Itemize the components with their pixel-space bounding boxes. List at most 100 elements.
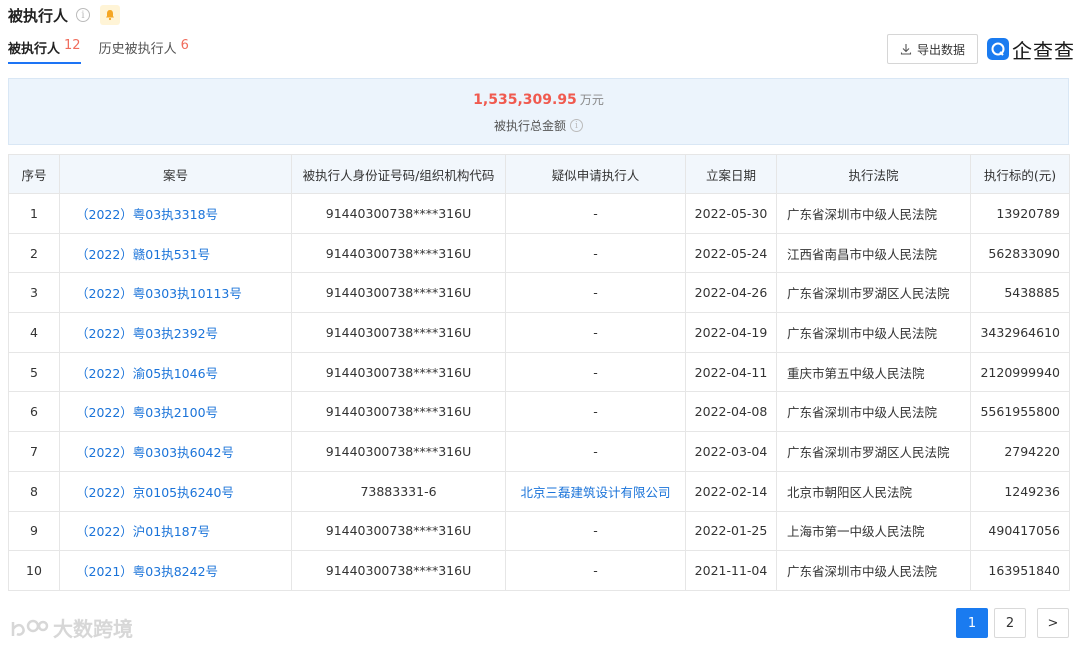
- execution-amount: 163951840: [970, 550, 1070, 591]
- total-amount: 1,535,309.95 万元: [9, 91, 1068, 108]
- bell-icon[interactable]: [100, 5, 121, 25]
- row-number: 1: [8, 193, 60, 234]
- total-amount-label-text: 被执行总金额: [493, 119, 566, 133]
- id-code: 91440300738****316U: [291, 431, 506, 472]
- court: 重庆市第五中级人民法院: [776, 351, 971, 393]
- watermark-text: 大数跨境: [53, 617, 133, 641]
- filing-date: 2022-01-25: [685, 510, 777, 552]
- export-label: 导出数据: [916, 42, 965, 57]
- filing-date: 2022-05-24: [685, 232, 777, 274]
- table-header-row: 序号 案号 被执行人身份证号码/组织机构代码 疑似申请执行人 立案日期 执行法院…: [8, 154, 1070, 194]
- applicant: -: [505, 232, 686, 274]
- court: 广东省深圳市中级人民法院: [776, 550, 971, 591]
- table-row: 2 （2022）赣01执531号 91440300738****316U - 2…: [8, 232, 1070, 274]
- id-code: 91440300738****316U: [291, 193, 506, 234]
- info-icon[interactable]: i: [76, 8, 91, 22]
- id-code: 91440300738****316U: [291, 550, 506, 591]
- case-number-link[interactable]: （2022）京0105执6240号: [59, 470, 292, 512]
- row-number: 3: [8, 272, 60, 314]
- id-code: 91440300738****316U: [291, 510, 506, 552]
- court: 广东省深圳市中级人民法院: [776, 312, 971, 353]
- applicant-link[interactable]: 北京三磊建筑设计有限公司: [505, 470, 686, 512]
- court: 广东省深圳市罗湖区人民法院: [776, 431, 971, 472]
- filing-date: 2022-02-14: [685, 470, 777, 512]
- execution-amount: 562833090: [970, 232, 1070, 274]
- applicant: -: [505, 351, 686, 393]
- info-icon[interactable]: i: [570, 119, 583, 132]
- qichacha-logo: 企查查: [987, 36, 1075, 63]
- total-amount-unit: 万元: [579, 93, 604, 107]
- filing-date: 2022-04-26: [685, 272, 777, 314]
- applicant: -: [505, 510, 686, 552]
- section-header: 被执行人 i: [8, 4, 121, 26]
- filing-date: 2022-04-08: [685, 391, 777, 433]
- table-row: 9 （2022）沪01执187号 91440300738****316U - 2…: [8, 510, 1070, 552]
- case-number-link[interactable]: （2022）粤0303执10113号: [59, 272, 292, 314]
- applicant: -: [505, 391, 686, 433]
- row-number: 10: [8, 550, 60, 591]
- row-number: 8: [8, 470, 60, 512]
- watermark-logo-icon: [11, 619, 49, 636]
- id-code: 91440300738****316U: [291, 351, 506, 393]
- case-number-link[interactable]: （2022）沪01执187号: [59, 510, 292, 552]
- table-row: 4 （2022）粤03执2392号 91440300738****316U - …: [8, 312, 1070, 353]
- next-page-button[interactable]: >: [1037, 608, 1069, 638]
- court: 广东省深圳市罗湖区人民法院: [776, 272, 971, 314]
- id-code: 73883331-6: [291, 470, 506, 512]
- row-number: 5: [8, 351, 60, 393]
- page-button-1[interactable]: 1: [956, 608, 988, 638]
- row-number: 7: [8, 431, 60, 472]
- case-number-link[interactable]: （2021）粤03执8242号: [59, 550, 292, 591]
- applicant: -: [505, 431, 686, 472]
- id-code: 91440300738****316U: [291, 312, 506, 353]
- row-number: 6: [8, 391, 60, 433]
- execution-amount: 2120999940: [970, 351, 1070, 393]
- table-row: 6 （2022）粤03执2100号 91440300738****316U - …: [8, 391, 1070, 433]
- id-code: 91440300738****316U: [291, 272, 506, 314]
- column-header: 立案日期: [685, 154, 777, 194]
- id-code: 91440300738****316U: [291, 391, 506, 433]
- column-header: 执行标的(元): [970, 154, 1070, 194]
- tab-count: 12: [64, 38, 81, 53]
- page-button-2[interactable]: 2: [994, 608, 1026, 638]
- filing-date: 2021-11-04: [685, 550, 777, 591]
- filing-date: 2022-04-11: [685, 351, 777, 393]
- table-row: 7 （2022）粤0303执6042号 91440300738****316U …: [8, 431, 1070, 472]
- case-number-link[interactable]: （2022）渝05执1046号: [59, 351, 292, 393]
- filing-date: 2022-03-04: [685, 431, 777, 472]
- total-amount-label: 被执行总金额 i: [9, 117, 1068, 134]
- row-number: 9: [8, 510, 60, 552]
- logo-mark-icon: [987, 38, 1009, 60]
- executed-person-table: 序号 案号 被执行人身份证号码/组织机构代码 疑似申请执行人 立案日期 执行法院…: [8, 154, 1070, 591]
- column-header: 案号: [59, 154, 292, 194]
- applicant: -: [505, 550, 686, 591]
- case-number-link[interactable]: （2022）粤0303执6042号: [59, 431, 292, 472]
- table-row: 8 （2022）京0105执6240号 73883331-6 北京三磊建筑设计有…: [8, 470, 1070, 512]
- export-data-button[interactable]: 导出数据: [887, 34, 978, 64]
- tab-history-executed-person[interactable]: 历史被执行人 6: [99, 38, 189, 64]
- column-header: 序号: [8, 154, 60, 194]
- column-header: 疑似申请执行人: [505, 154, 686, 194]
- tab-label: 被执行人: [8, 42, 61, 57]
- column-header: 被执行人身份证号码/组织机构代码: [291, 154, 506, 194]
- filing-date: 2022-05-30: [685, 193, 777, 234]
- applicant: -: [505, 272, 686, 314]
- case-number-link[interactable]: （2022）粤03执2392号: [59, 312, 292, 353]
- filing-date: 2022-04-19: [685, 312, 777, 353]
- execution-amount: 1249236: [970, 470, 1070, 512]
- tab-label: 历史被执行人: [98, 42, 177, 57]
- case-number-link[interactable]: （2022）粤03执3318号: [59, 193, 292, 234]
- court: 北京市朝阳区人民法院: [776, 470, 971, 512]
- download-icon: [900, 44, 912, 55]
- court: 上海市第一中级人民法院: [776, 510, 971, 552]
- applicant: -: [505, 312, 686, 353]
- watermark: 大数跨境: [9, 613, 133, 642]
- case-number-link[interactable]: （2022）粤03执2100号: [59, 391, 292, 433]
- table-row: 5 （2022）渝05执1046号 91440300738****316U - …: [8, 351, 1070, 393]
- row-number: 4: [8, 312, 60, 353]
- total-amount-value: 1,535,309.95: [473, 92, 577, 108]
- tab-executed-person[interactable]: 被执行人 12: [8, 38, 81, 64]
- case-number-link[interactable]: （2022）赣01执531号: [59, 232, 292, 274]
- summary-panel: 1,535,309.95 万元 被执行总金额 i: [8, 78, 1069, 145]
- tab-bar: 被执行人 12 历史被执行人 6: [8, 38, 207, 64]
